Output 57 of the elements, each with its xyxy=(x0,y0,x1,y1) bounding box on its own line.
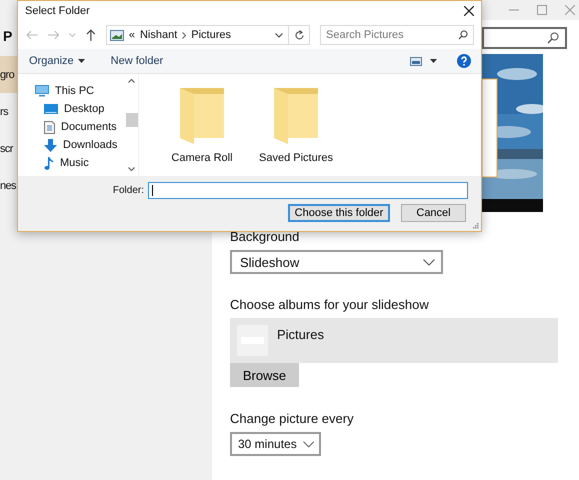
folder-label: Folder: xyxy=(112,185,144,196)
interval-dropdown[interactable]: 30 minutes xyxy=(230,432,321,456)
download-arrow-icon xyxy=(44,138,57,152)
browse-button[interactable]: Browse xyxy=(230,363,299,387)
sidebar-item[interactable]: rs xyxy=(0,93,17,130)
nav-item[interactable]: Documents xyxy=(18,118,125,136)
sidebar-item[interactable]: gro xyxy=(0,56,17,93)
chevron-down-icon xyxy=(423,258,435,266)
chevron-down-icon[interactable] xyxy=(275,32,283,38)
dialog-title: Select Folder xyxy=(25,5,90,17)
breadcrumb-chevron-icon[interactable] xyxy=(182,32,186,38)
folder-input-field[interactable] xyxy=(148,182,468,199)
up-arrow-icon[interactable] xyxy=(86,29,96,41)
search-field[interactable] xyxy=(482,27,567,49)
organize-button[interactable]: Organize xyxy=(24,53,90,69)
sidebar-heading: P xyxy=(2,28,13,46)
refresh-icon xyxy=(294,30,304,40)
nav-item[interactable]: Desktop xyxy=(18,100,125,118)
nav-item[interactable]: Downloads xyxy=(18,136,125,154)
desktop-icon xyxy=(44,104,58,114)
cancel-button[interactable]: Cancel xyxy=(401,204,466,222)
search-icon xyxy=(458,30,468,40)
chevron-down-icon xyxy=(302,440,314,448)
nav-item[interactable]: This PC xyxy=(18,82,125,100)
sidebar-item[interactable]: nes xyxy=(0,167,17,204)
help-icon[interactable] xyxy=(457,54,471,68)
scroll-down-icon[interactable] xyxy=(128,167,135,171)
caret-icon xyxy=(78,59,85,63)
search-icon xyxy=(547,32,559,44)
folder-icon xyxy=(180,88,224,144)
album-thumbnail-icon xyxy=(237,325,268,356)
folder-item[interactable]: Camera Roll xyxy=(167,88,237,176)
music-note-icon xyxy=(44,156,54,170)
pictures-folder-icon xyxy=(110,30,124,40)
nav-item[interactable]: Music xyxy=(18,154,125,172)
interval-label: Change picture every xyxy=(230,411,354,426)
new-folder-button[interactable]: New folder xyxy=(106,53,168,69)
folder-icon xyxy=(274,88,318,144)
scroll-up-icon[interactable] xyxy=(128,79,135,83)
albums-label: Choose albums for your slideshow xyxy=(230,297,429,312)
background-dropdown[interactable]: Slideshow xyxy=(230,250,443,274)
background-label: Background xyxy=(230,229,300,244)
caret-icon[interactable] xyxy=(430,59,437,63)
choose-folder-button[interactable]: Choose this folder xyxy=(288,204,390,222)
computer-icon xyxy=(35,85,49,97)
document-icon xyxy=(44,120,55,134)
folder-item[interactable]: Saved Pictures xyxy=(261,88,331,176)
view-icon[interactable] xyxy=(410,56,422,66)
breadcrumb-item[interactable]: Nishant xyxy=(140,29,178,41)
address-bar[interactable]: « Nishant Pictures xyxy=(106,25,310,45)
scrollbar-thumb[interactable] xyxy=(126,113,138,127)
overflow-mark[interactable]: « xyxy=(128,29,135,41)
resize-grip-icon[interactable] xyxy=(472,222,479,229)
album-item[interactable]: Pictures xyxy=(230,318,558,363)
sidebar-item[interactable]: scr xyxy=(0,130,17,167)
breadcrumb-item[interactable]: Pictures xyxy=(191,29,231,41)
close-icon[interactable] xyxy=(464,6,474,16)
